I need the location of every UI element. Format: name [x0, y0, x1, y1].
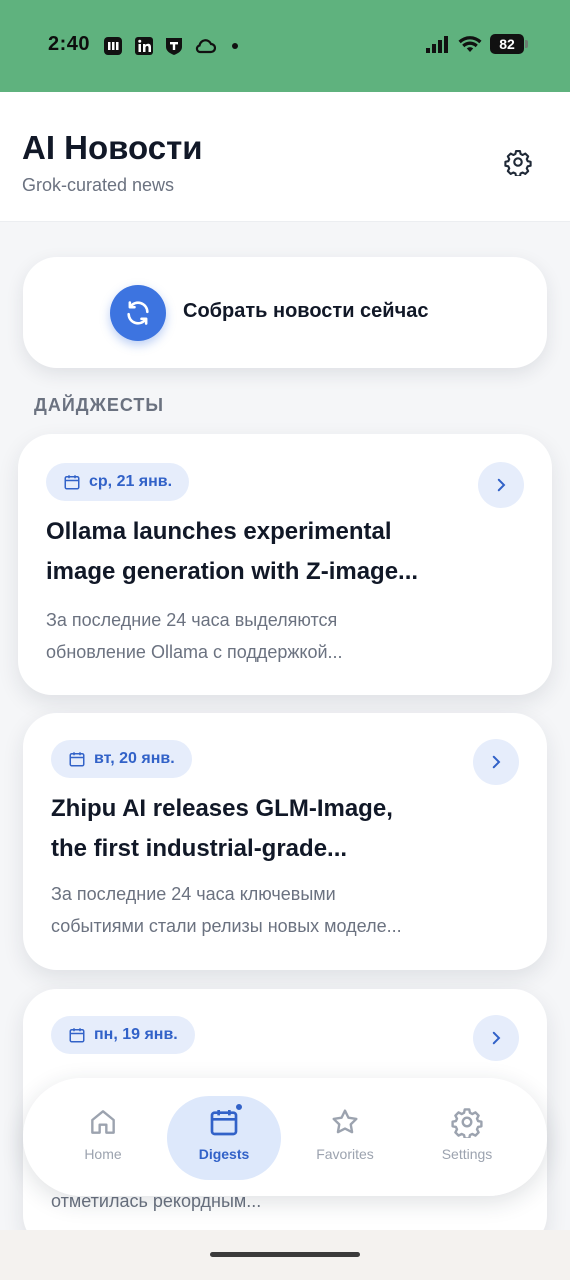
- nav-digests[interactable]: Digests: [167, 1096, 281, 1180]
- status-bar: 2:40 82: [0, 0, 570, 92]
- signal-icon: [426, 36, 448, 53]
- open-digest-button[interactable]: [473, 739, 519, 785]
- nav-settings[interactable]: Settings: [410, 1096, 524, 1180]
- digest-card[interactable]: вт, 20 янв. Zhipu AI releases GLM-Image,…: [23, 713, 547, 970]
- battery-indicator: 82: [490, 34, 528, 54]
- open-digest-button[interactable]: [478, 462, 524, 508]
- digest-summary: За последние 24 часа выделяются обновлен…: [46, 610, 343, 662]
- calendar-icon: [208, 1102, 244, 1138]
- nav-favorites-label: Favorites: [316, 1146, 374, 1162]
- chevron-right-icon: [497, 478, 506, 492]
- home-icon: [91, 1110, 115, 1134]
- nav-settings-label: Settings: [441, 1146, 493, 1162]
- open-digest-button[interactable]: [473, 1015, 519, 1061]
- digest-card[interactable]: ср, 21 янв. Ollama launches experimental…: [18, 434, 552, 695]
- collect-news-button[interactable]: Собрать новости сейчас: [23, 257, 547, 368]
- star-icon: [332, 1109, 358, 1134]
- cloud-icon: [195, 39, 216, 54]
- digest-summary: За последние 24 часа ключевыми событиями…: [51, 884, 402, 936]
- chevron-right-icon: [492, 1031, 501, 1045]
- nav-home-label: Home: [84, 1146, 122, 1162]
- refresh-icon: [110, 285, 166, 341]
- date-badge: вт, 20 янв.: [51, 740, 192, 778]
- section-title: ДАЙДЖЕСТЫ: [34, 395, 165, 415]
- date-label: вт, 20 янв.: [94, 750, 175, 767]
- page-subtitle: Grok-curated news: [22, 175, 175, 195]
- settings-gear-icon[interactable]: [504, 148, 532, 176]
- nav-favorites[interactable]: Favorites: [288, 1096, 402, 1180]
- calendar-icon: [69, 1028, 85, 1043]
- wifi-icon: [458, 36, 482, 52]
- notification-dot: [234, 1102, 244, 1112]
- status-right: 82: [426, 34, 528, 54]
- date-badge: ср, 21 янв.: [46, 463, 190, 501]
- app-header: AI Новости Grok-curated news: [0, 92, 570, 222]
- status-time: 2:40: [48, 33, 91, 55]
- calendar-icon: [64, 475, 80, 490]
- date-label: ср, 21 янв.: [89, 473, 173, 490]
- nav-home[interactable]: Home: [46, 1096, 160, 1180]
- digest-title: Zhipu AI releases GLM-Image, the first i…: [51, 795, 393, 862]
- shield-app-icon: [166, 38, 182, 55]
- linkedin-icon: [135, 37, 153, 55]
- date-label: пн, 19 янв.: [94, 1026, 178, 1043]
- home-indicator[interactable]: [210, 1252, 360, 1257]
- system-gesture-area: [0, 1230, 570, 1280]
- nav-digests-label: Digests: [198, 1146, 250, 1162]
- page-title: AI Новости: [22, 129, 203, 166]
- gear-icon: [451, 1108, 483, 1138]
- calendar-icon: [69, 752, 85, 767]
- collect-news-label: Собрать новости сейчас: [183, 300, 429, 322]
- app-notification-icon: [104, 37, 122, 55]
- date-badge: пн, 19 янв.: [51, 1016, 195, 1054]
- notification-dot: [232, 43, 238, 49]
- bottom-navigation: Home Digests Favorites Settings: [23, 1078, 547, 1196]
- digest-title: Ollama launches experimental image gener…: [46, 518, 419, 585]
- chevron-right-icon: [492, 755, 501, 769]
